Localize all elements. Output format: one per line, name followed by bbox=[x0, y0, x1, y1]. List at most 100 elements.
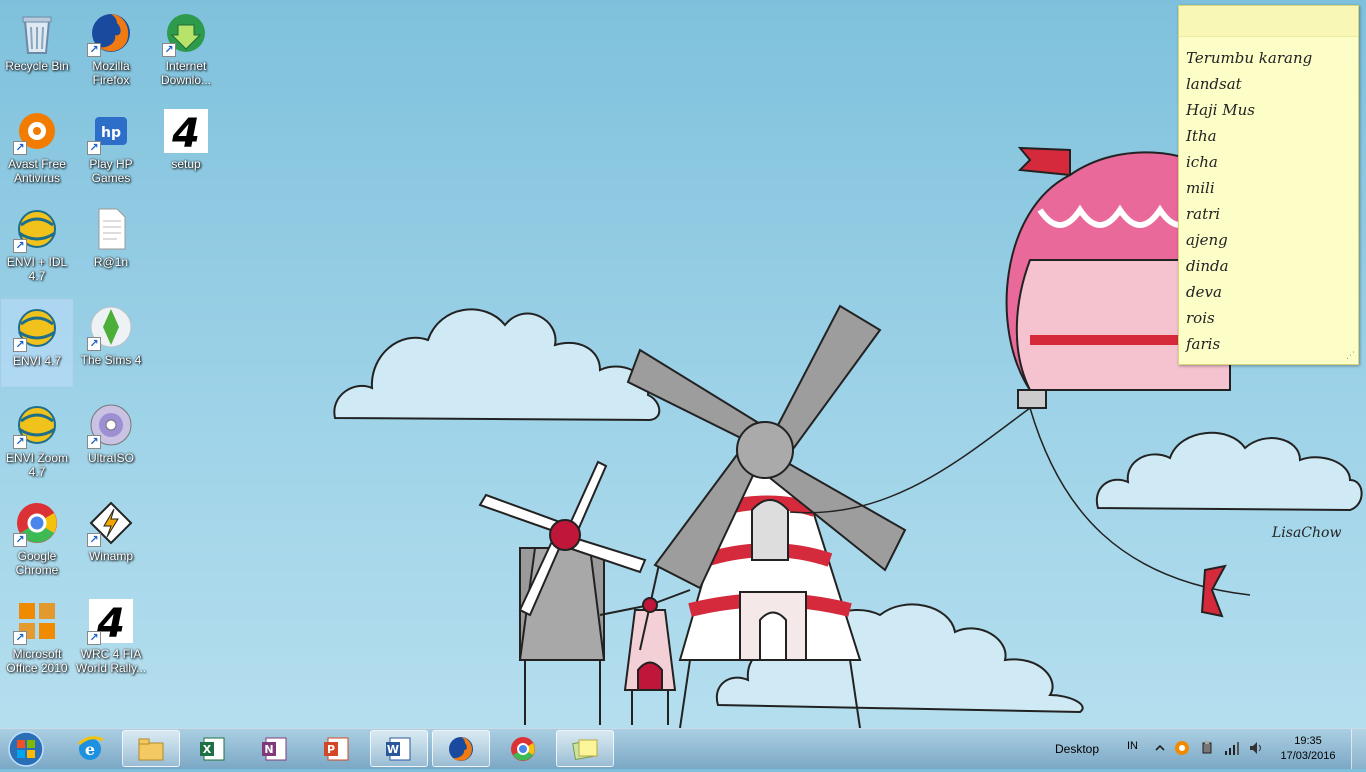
sticky-note[interactable]: Terumbu karang landsat Haji Mus Itha ich… bbox=[1178, 5, 1359, 365]
desktop-icon-label: Play HP Games bbox=[89, 157, 133, 185]
taskbar-button-firefox[interactable] bbox=[432, 730, 490, 767]
desktop-icon-label: Microsoft Office 2010 bbox=[6, 647, 68, 675]
taskbar-button-excel[interactable]: X bbox=[184, 730, 242, 767]
desktop-icon-label: Winamp bbox=[88, 549, 133, 563]
text-file-icon bbox=[87, 205, 135, 253]
desktop-icon-recycle-bin[interactable]: Recycle Bin bbox=[1, 5, 73, 93]
excel-icon: X bbox=[200, 737, 225, 760]
desktop-icon-label: R@1n bbox=[93, 255, 129, 269]
volume-icon[interactable] bbox=[1248, 740, 1264, 756]
cloud-right bbox=[1095, 431, 1363, 512]
winamp-icon: ↗ bbox=[87, 499, 135, 547]
desktop-icon-label: WRC 4 FIA World Rally... bbox=[75, 647, 147, 675]
shortcut-arrow-icon: ↗ bbox=[87, 533, 101, 547]
envi-icon: ↗ bbox=[13, 304, 61, 352]
desktop-icon-winamp[interactable]: ↗ Winamp bbox=[75, 495, 147, 583]
desktop-icon-firefox[interactable]: ↗ Mozilla Firefox bbox=[75, 5, 147, 93]
windmill-tiny bbox=[599, 559, 691, 725]
office-2010-icon: ↗ bbox=[13, 597, 61, 645]
sticky-note-line: icha bbox=[1186, 153, 1218, 171]
hp-games-icon: hp ↗ bbox=[87, 107, 135, 155]
desktop-icon-envi-zoom[interactable]: ↗ ENVI Zoom 4.7 bbox=[1, 397, 73, 485]
taskbar-button-sticky-notes[interactable] bbox=[556, 730, 614, 767]
network-signal-icon[interactable] bbox=[1224, 740, 1240, 756]
desktop-icon-ultraiso-disc[interactable]: ↗ UltraISO bbox=[75, 397, 147, 485]
ultraiso-disc-icon: ↗ bbox=[87, 401, 135, 449]
language-indicator[interactable]: IN bbox=[1127, 740, 1138, 752]
shortcut-arrow-icon: ↗ bbox=[13, 338, 27, 352]
taskbar-button-onenote[interactable]: N bbox=[246, 730, 304, 767]
shortcut-arrow-icon: ↗ bbox=[87, 631, 101, 645]
svg-text:N: N bbox=[264, 743, 273, 756]
sticky-note-line: Terumbu karang bbox=[1186, 49, 1313, 67]
shortcut-arrow-icon: ↗ bbox=[13, 533, 27, 547]
desktop-icon-internet-download-manager[interactable]: ↗ Internet Downlo... bbox=[150, 5, 222, 93]
setup-4-icon: 4 bbox=[162, 107, 210, 157]
shortcut-arrow-icon: ↗ bbox=[13, 239, 27, 253]
sticky-note-line: ajeng bbox=[1186, 231, 1228, 249]
desktop-icon-setup-4[interactable]: 4 setup bbox=[150, 103, 222, 191]
desktop-icon-sims-4[interactable]: ↗ The Sims 4 bbox=[75, 299, 147, 387]
onenote-icon: N bbox=[262, 737, 287, 760]
envi-zoom-icon: ↗ bbox=[13, 401, 61, 449]
desktop-icon-office-2010[interactable]: ↗ Microsoft Office 2010 bbox=[1, 593, 73, 681]
shortcut-arrow-icon: ↗ bbox=[87, 337, 101, 351]
sticky-note-text[interactable]: Terumbu karang landsat Haji Mus Itha ich… bbox=[1179, 37, 1358, 357]
avast-tray-icon[interactable] bbox=[1174, 740, 1190, 756]
desktop-icon-label: Internet Downlo... bbox=[160, 59, 212, 87]
desktop-icon-label: The Sims 4 bbox=[80, 353, 142, 367]
desktop-icon-label: ENVI 4.7 bbox=[12, 354, 62, 368]
recycle-bin-icon bbox=[13, 9, 61, 57]
windows-logo-icon bbox=[8, 731, 44, 767]
desktop-icon-label: Mozilla Firefox bbox=[92, 59, 130, 87]
desktop-icon-label: UltraISO bbox=[87, 451, 134, 465]
taskbar-button-word[interactable]: W bbox=[370, 730, 428, 767]
show-desktop-button[interactable] bbox=[1351, 729, 1366, 769]
avast-icon: ↗ bbox=[13, 107, 61, 155]
sticky-note-line: dinda bbox=[1186, 257, 1229, 275]
desktop-icon-envi-idl[interactable]: ↗ ENVI + IDL 4.7 bbox=[1, 201, 73, 289]
desktop-icon-avast[interactable]: ↗ Avast Free Antivirus bbox=[1, 103, 73, 191]
desktop-icon-label: Avast Free Antivirus bbox=[8, 157, 66, 185]
internet-explorer-icon: e bbox=[77, 735, 104, 760]
sticky-note-line: faris bbox=[1186, 335, 1221, 353]
sims-4-icon: ↗ bbox=[87, 303, 135, 351]
desktop-icon-chrome[interactable]: ↗ Google Chrome bbox=[1, 495, 73, 583]
resize-grip-icon[interactable]: ⋰ bbox=[1346, 350, 1355, 361]
system-clock[interactable]: 19:35 17/03/2016 bbox=[1280, 734, 1336, 764]
desktop-icon-envi[interactable]: ↗ ENVI 4.7 bbox=[1, 299, 73, 387]
taskbar-button-internet-explorer[interactable]: e bbox=[61, 730, 119, 767]
desktop-icon-label: Recycle Bin bbox=[5, 59, 69, 73]
sticky-note-line: mili bbox=[1186, 179, 1215, 197]
desktop-icon-label: Google Chrome bbox=[15, 549, 59, 577]
shortcut-arrow-icon: ↗ bbox=[87, 43, 101, 57]
svg-text:e: e bbox=[85, 740, 95, 759]
taskbar: e X N P W Desktop IN 19:35 17/03/2016 bbox=[0, 728, 1366, 769]
taskbar-button-chrome[interactable] bbox=[494, 730, 552, 767]
sticky-note-line: deva bbox=[1186, 283, 1222, 301]
taskbar-button-file-explorer[interactable] bbox=[122, 730, 180, 767]
desktop-icon-wrc-4[interactable]: 4 ↗ WRC 4 FIA World Rally... bbox=[75, 593, 147, 681]
taskbar-button-powerpoint[interactable]: P bbox=[308, 730, 366, 767]
internet-download-manager-icon: ↗ bbox=[162, 9, 210, 57]
usb-device-icon[interactable] bbox=[1199, 740, 1215, 756]
shortcut-arrow-icon: ↗ bbox=[13, 631, 27, 645]
sticky-note-header[interactable] bbox=[1179, 6, 1358, 37]
clock-date: 17/03/2016 bbox=[1280, 750, 1336, 762]
sticky-note-line: rois bbox=[1186, 309, 1215, 327]
wrc-4-icon: 4 ↗ bbox=[87, 597, 135, 647]
clock-time: 19:35 bbox=[1294, 735, 1322, 747]
svg-text:W: W bbox=[387, 743, 399, 756]
svg-text:hp: hp bbox=[101, 125, 121, 141]
firefox-icon bbox=[449, 736, 473, 761]
desktop-icon-text-file[interactable]: R@1n bbox=[75, 201, 147, 289]
chrome-icon bbox=[511, 736, 535, 761]
desktop-icon-hp-games[interactable]: hp ↗ Play HP Games bbox=[75, 103, 147, 191]
svg-text:P: P bbox=[327, 743, 335, 756]
start-button[interactable] bbox=[6, 731, 46, 767]
shortcut-arrow-icon: ↗ bbox=[13, 435, 27, 449]
desktop-toolbar-label[interactable]: Desktop bbox=[1055, 742, 1099, 756]
file-explorer-icon bbox=[138, 738, 164, 760]
desktop-icon-label: setup bbox=[171, 157, 201, 171]
show-hidden-icons-chevron-icon[interactable] bbox=[1152, 740, 1168, 756]
